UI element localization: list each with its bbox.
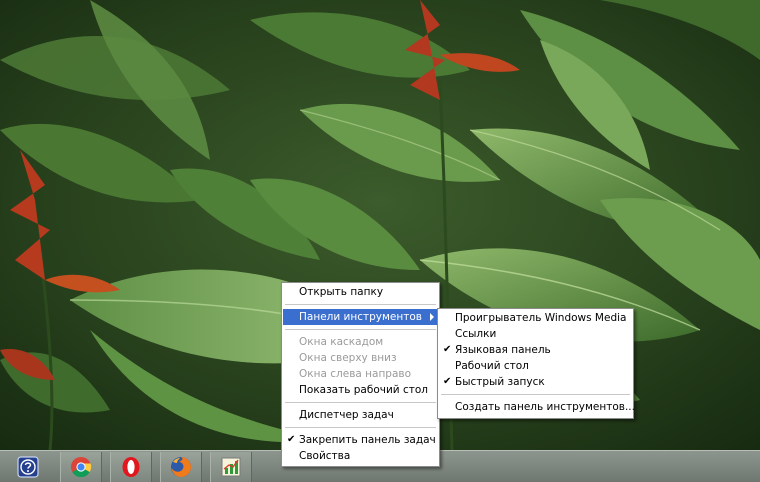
help-button[interactable] [8,452,48,482]
menu-item-label: Создать панель инструментов... [455,401,635,413]
menu-item-label: Языковая панель [455,344,551,356]
taskbar-context-menu: Открыть папку Панели инструментов Окна к… [281,282,440,467]
menu-item-label: Быстрый запуск [455,376,545,388]
menu-item-toolbars[interactable]: Панели инструментов [283,309,438,325]
menu-item-label: Окна слева направо [299,368,412,380]
submenu-item-desktop[interactable]: Рабочий стол [439,358,632,374]
menu-item-properties[interactable]: Свойства [283,448,438,464]
firefox-icon [171,457,191,477]
menu-separator [441,394,630,395]
checkmark-icon: ✔ [443,376,452,387]
menu-separator [285,304,436,305]
menu-item-lock-taskbar[interactable]: ✔ Закрепить панель задач [283,432,438,448]
menu-separator [285,329,436,330]
menu-item-label: Свойства [299,450,351,462]
menu-item-label: Окна сверху вниз [299,352,397,364]
menu-item-label: Закрепить панель задач [299,434,436,446]
chrome-button[interactable] [60,452,102,482]
menu-separator [285,402,436,403]
submenu-item-new-toolbar[interactable]: Создать панель инструментов... [439,399,635,415]
menu-item-cascade-windows[interactable]: Окна каскадом [283,334,438,350]
toolbars-submenu: Проигрыватель Windows Media Ссылки ✔ Язы… [437,308,635,419]
menu-item-label: Открыть папку [299,286,384,298]
opera-button[interactable] [110,452,152,482]
submenu-item-links[interactable]: Ссылки [439,326,632,342]
menu-item-label: Окна каскадом [299,336,384,348]
submenu-item-windows-media-player[interactable]: Проигрыватель Windows Media [439,310,632,326]
submenu-item-language-bar[interactable]: ✔ Языковая панель [439,342,632,358]
menu-item-label: Диспетчер задач [299,409,394,421]
help-icon [17,456,39,478]
chart-app-button[interactable] [210,452,252,482]
menu-item-label: Панели инструментов [299,311,422,323]
menu-item-task-manager[interactable]: Диспетчер задач [283,407,438,423]
menu-item-label: Рабочий стол [455,360,529,372]
submenu-arrow-icon [430,313,434,321]
chart-app-icon [221,457,241,477]
menu-item-stack-windows[interactable]: Окна сверху вниз [283,350,438,366]
menu-item-label: Ссылки [455,328,497,340]
menu-separator [285,427,436,428]
checkmark-icon: ✔ [287,434,296,445]
checkmark-icon: ✔ [443,344,452,355]
menu-item-show-desktop[interactable]: Показать рабочий стол [283,382,438,398]
submenu-item-quick-launch[interactable]: ✔ Быстрый запуск [439,374,632,390]
menu-item-label: Показать рабочий стол [299,384,428,396]
firefox-button[interactable] [160,452,202,482]
chrome-icon [71,457,92,478]
menu-item-label: Проигрыватель Windows Media [455,312,627,324]
menu-item-side-by-side-windows[interactable]: Окна слева направо [283,366,438,382]
opera-icon [122,457,140,477]
menu-item-open-folder[interactable]: Открыть папку [283,284,438,300]
